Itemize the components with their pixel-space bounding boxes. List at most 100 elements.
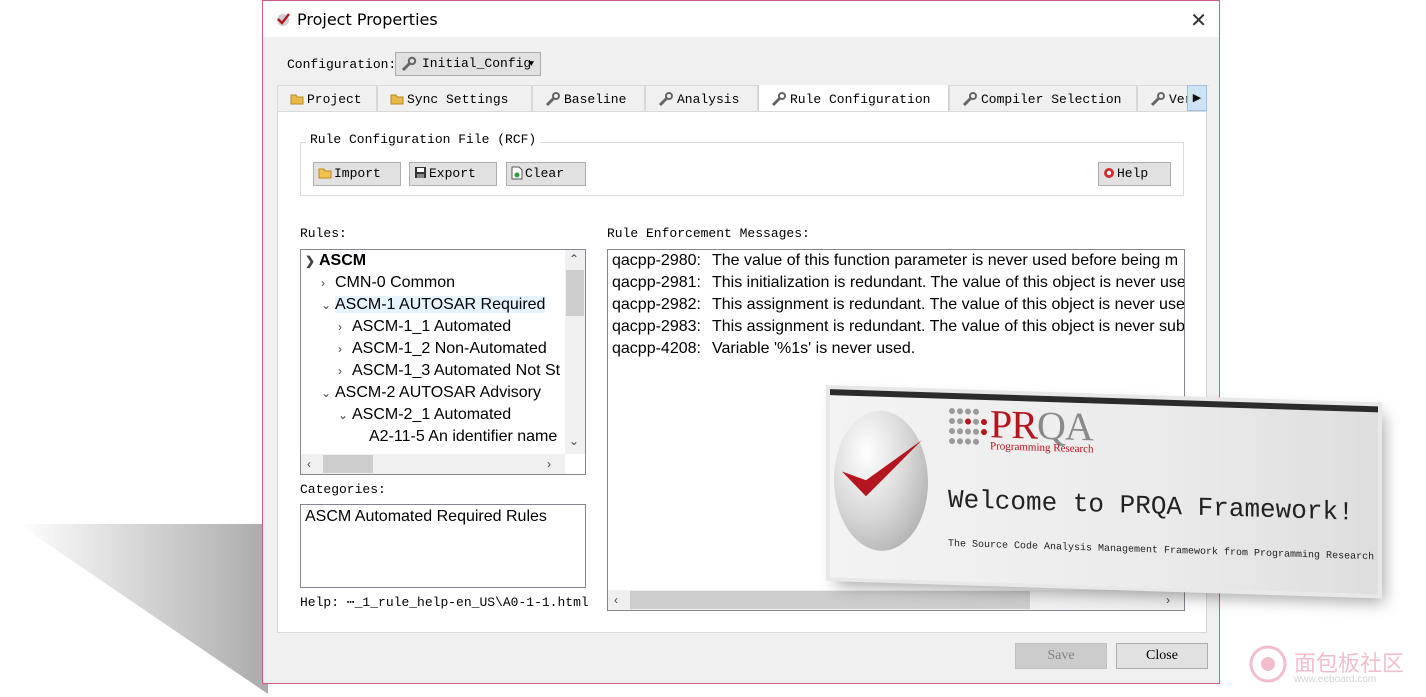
chevron-down-icon: ▼ [528, 59, 534, 69]
tree-item-label: ASCM [319, 252, 367, 269]
categories-label: Categories: [300, 482, 386, 497]
tree-item[interactable]: A2-11-5 An identifier name [355, 426, 557, 448]
scroll-right-icon[interactable]: › [1166, 593, 1170, 607]
tree-item[interactable]: › ASCM-1_2 Non-Automated [338, 338, 547, 360]
tab-scroll-right-icon[interactable]: ▶ [1187, 85, 1207, 111]
tree-item[interactable]: › ASCM-1_1 Automated [338, 316, 511, 338]
splash-panel: PRQA Programming Research Welcome to PRQ… [830, 389, 1378, 595]
message-text: The value of this function parameter is … [712, 252, 1179, 269]
tab-label: Sync Settings [407, 92, 509, 107]
scroll-thumb[interactable] [566, 270, 584, 316]
tab-label: Analysis [677, 92, 740, 107]
message-text: This assignment is redundant. The value … [712, 318, 1185, 335]
list-item[interactable]: qacpp-4208: Variable '%1s' is never used. [612, 338, 915, 360]
import-button[interactable]: Import [313, 162, 401, 186]
tree-item-label: ASCM-2_1 Automated [352, 406, 512, 423]
save-button[interactable]: Save [1015, 643, 1107, 669]
tree-item[interactable]: ❯ ASCM [305, 250, 366, 272]
message-code: qacpp-2982: [612, 296, 701, 313]
configuration-dropdown[interactable]: Initial_Config ▼ [395, 52, 541, 76]
watermark-url: www.eeboard.com [1294, 674, 1377, 685]
scroll-right-icon[interactable]: › [547, 457, 551, 471]
message-text: This assignment is redundant. The value … [712, 296, 1185, 313]
export-button[interactable]: Export [409, 162, 497, 186]
list-item[interactable]: qacpp-2980: The value of this function pa… [612, 250, 1178, 272]
tagline-text: The Source Code Analysis Management Fram… [948, 538, 1378, 565]
tab-compiler-selection[interactable]: Compiler Selection [949, 85, 1137, 111]
clear-button[interactable]: Clear [506, 162, 586, 186]
wrench-icon [771, 91, 786, 106]
configuration-value: Initial_Config [422, 56, 532, 71]
list-item[interactable]: qacpp-2983: This assignment is redundant.… [612, 316, 1185, 338]
scroll-left-icon[interactable]: ‹ [614, 593, 618, 607]
chevron-right-icon: › [338, 364, 342, 378]
message-code: qacpp-2983: [612, 318, 701, 335]
export-label: Export [429, 166, 476, 181]
list-item[interactable]: qacpp-2982: This assignment is redundant.… [612, 294, 1185, 316]
tab-rule-configuration[interactable]: Rule Configuration [758, 85, 949, 112]
tree-vertical-scrollbar[interactable]: ⌃ ⌄ [565, 250, 585, 454]
help-button[interactable]: Help [1098, 162, 1171, 186]
tab-label: Rule Configuration [790, 92, 931, 107]
new-document-icon [511, 166, 523, 180]
scroll-left-icon[interactable]: ‹ [307, 457, 311, 471]
help-label: Help [1117, 166, 1149, 181]
close-button[interactable]: Close [1116, 643, 1208, 669]
scroll-down-icon[interactable]: ⌄ [569, 434, 579, 448]
close-icon[interactable]: ✕ [1190, 8, 1207, 33]
tree-item[interactable]: ⌄ ASCM-2_1 Automated [338, 404, 511, 426]
tree-item[interactable]: ⌄ ASCM-2 AUTOSAR Advisory [321, 382, 541, 404]
wrench-icon [545, 91, 560, 106]
tab-label: Compiler Selection [981, 92, 1122, 107]
tree-item-label: ASCM-1_1 Automated [352, 318, 512, 335]
tab-analysis[interactable]: Analysis [645, 85, 758, 111]
tab-label: Project [307, 92, 362, 107]
splash-screen: PRQA Programming Research Welcome to PRQ… [830, 369, 1392, 595]
tree-item-label: ASCM-2 AUTOSAR Advisory [335, 384, 541, 401]
app-check-icon [277, 13, 290, 26]
help-path-text: Help: ⋯_1_rule_help-en_US\A0-1-1.html [300, 595, 589, 610]
tree-item[interactable]: › ASCM-1_3 Automated Not St [338, 360, 560, 382]
chevron-down-icon: ❯ [305, 254, 316, 268]
wrench-icon [962, 91, 977, 106]
tab-sync-settings[interactable]: Sync Settings [377, 85, 532, 111]
tree-item-label: ASCM-1_2 Non-Automated [352, 340, 547, 357]
lifebuoy-icon [1104, 167, 1114, 178]
wrench-icon [658, 91, 673, 106]
folder-icon [318, 168, 332, 179]
scroll-thumb[interactable] [323, 455, 373, 473]
tab-baseline[interactable]: Baseline [532, 85, 645, 111]
tab-project[interactable]: Project [277, 85, 377, 111]
tree-item-selected[interactable]: ⌄ ASCM-1 AUTOSAR Required [321, 294, 546, 316]
message-code: qacpp-2980: [612, 252, 701, 269]
scroll-thumb[interactable] [630, 591, 1030, 609]
watermark: 面包板社区 www.eeboard.com [1248, 644, 1420, 688]
import-label: Import [334, 166, 381, 181]
chevron-down-icon: ⌄ [321, 386, 332, 400]
tree-item[interactable]: › CMN-0 Common [321, 272, 455, 294]
tab-label: Baseline [564, 92, 627, 107]
save-disk-icon [415, 167, 426, 179]
rcf-group: Import Export Clear Help [300, 142, 1184, 196]
messages-horizontal-scrollbar[interactable]: ‹ › [608, 590, 1184, 610]
message-text: This initialization is redundant. The va… [712, 274, 1185, 291]
tree-horizontal-scrollbar[interactable]: ‹ › [301, 454, 565, 474]
logo-subtitle: Programming Research [990, 440, 1094, 456]
watermark-logo-icon [1249, 645, 1287, 683]
message-code: qacpp-2981: [612, 274, 701, 291]
message-code: qacpp-4208: [612, 340, 701, 357]
folder-icon [390, 94, 404, 105]
wrench-icon [401, 56, 417, 72]
chevron-right-icon: › [338, 342, 342, 356]
chevron-down-icon: ⌄ [321, 298, 332, 312]
rules-tree[interactable]: ❯ ASCM › CMN-0 Common ⌄ ASCM-1 AUTOSAR Requ… [300, 249, 586, 475]
tree-item-label: ASCM-1_3 Automated Not St [352, 362, 561, 379]
dialog-shadow [18, 524, 268, 694]
scroll-up-icon[interactable]: ⌃ [569, 252, 579, 266]
list-item[interactable]: qacpp-2981: This initialization is redund… [612, 272, 1185, 294]
message-text: Variable '%1s' is never used. [712, 340, 916, 357]
welcome-text: Welcome to PRQA Framework! [948, 484, 1354, 528]
tree-item-label: ASCM-1 AUTOSAR Required [335, 296, 546, 313]
tab-bar: Project Sync Settings Baseline Analysis … [277, 85, 1209, 112]
categories-box: ASCM Automated Required Rules [300, 504, 586, 588]
